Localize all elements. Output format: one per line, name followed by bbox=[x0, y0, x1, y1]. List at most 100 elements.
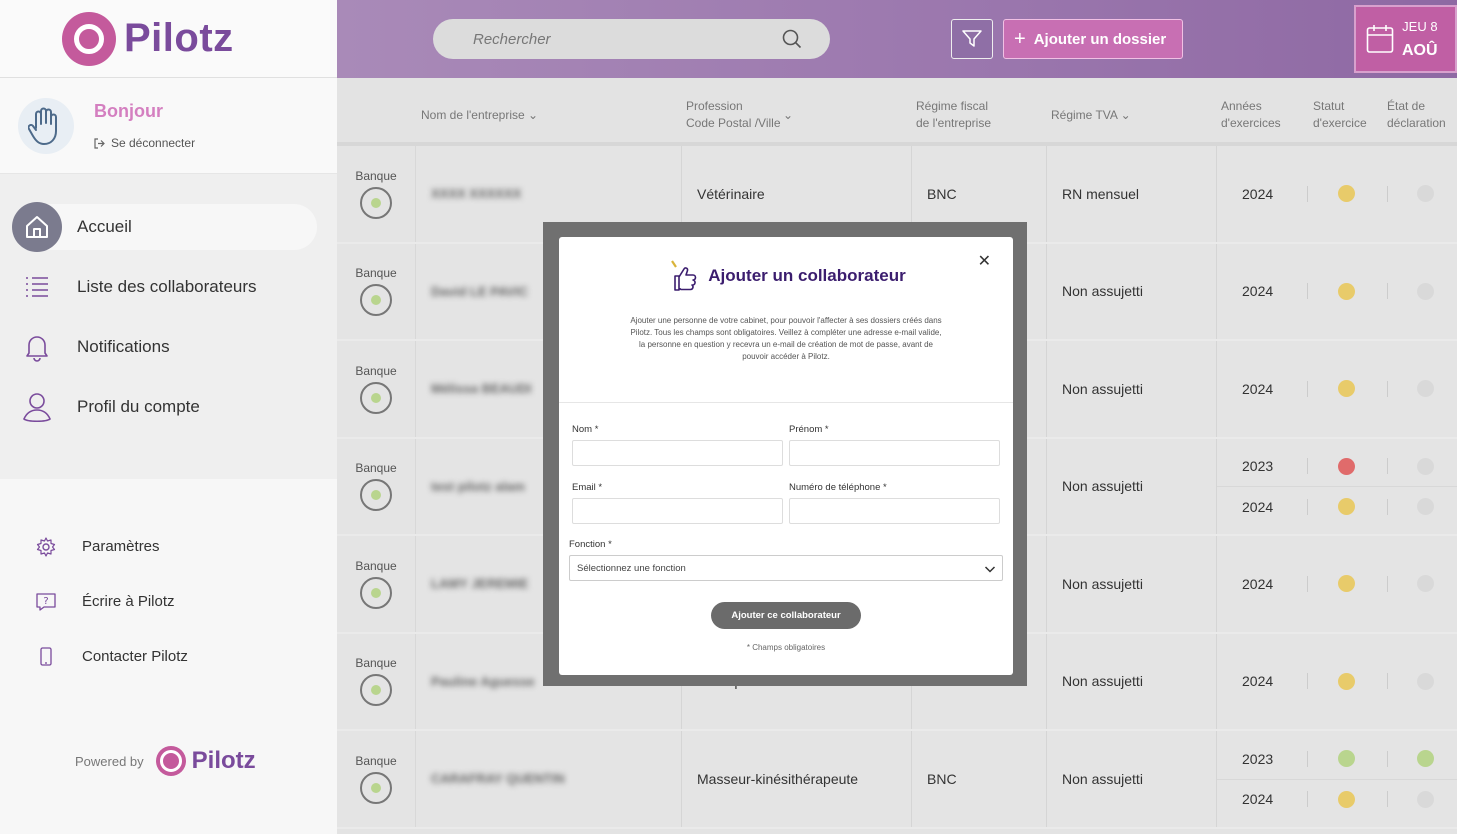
add-dossier-button[interactable]: + Ajouter un dossier bbox=[1003, 19, 1183, 59]
status-dot bbox=[1338, 790, 1355, 808]
modal-header: Ajouter un collaborateur ✕ Ajouter une p… bbox=[559, 237, 1013, 403]
email-input[interactable] bbox=[572, 498, 783, 524]
bank-sync[interactable]: Banque bbox=[337, 341, 416, 437]
logo[interactable]: Pilotz bbox=[0, 0, 337, 78]
exercise-years: 2024 bbox=[1216, 146, 1457, 242]
close-icon[interactable]: ✕ bbox=[978, 251, 991, 271]
brand-name: Pilotz bbox=[124, 16, 234, 60]
logout-link[interactable]: Se déconnecter bbox=[94, 136, 195, 150]
fonction-select[interactable]: Sélectionnez une fonction bbox=[569, 555, 1003, 581]
filter-button[interactable] bbox=[951, 19, 993, 59]
add-dossier-label: Ajouter un dossier bbox=[1033, 30, 1167, 48]
divider bbox=[1387, 283, 1388, 300]
exercise-years: 2023 2024 bbox=[1216, 731, 1457, 827]
nav-label: Profil du compte bbox=[77, 397, 200, 416]
regime-tva: Non assujetti bbox=[1046, 243, 1216, 339]
pilotz-logo-icon bbox=[62, 11, 116, 66]
sync-icon bbox=[360, 674, 392, 707]
secondary-nav: Paramètres ? Écrire à Pilotz Contacter P… bbox=[0, 479, 337, 684]
profession: Masseur-kinésithérapeute bbox=[681, 731, 911, 827]
year-line: 2023 bbox=[1217, 446, 1457, 486]
declaration-dot bbox=[1417, 672, 1434, 690]
sidebar: Pilotz Bonjour Se déconnecter Accueil Li… bbox=[0, 0, 337, 834]
status-dot bbox=[1338, 457, 1355, 475]
year-line: 2024 bbox=[1217, 661, 1457, 701]
header-label: Années bbox=[1221, 99, 1262, 113]
sync-icon bbox=[360, 576, 392, 609]
nav-label: Liste des collaborateurs bbox=[77, 277, 257, 296]
header-label: État de bbox=[1387, 99, 1426, 113]
divider bbox=[1387, 673, 1388, 690]
main-nav: Accueil Liste des collaborateurs Notific… bbox=[0, 174, 337, 479]
prenom-input[interactable] bbox=[789, 440, 1000, 466]
search-icon[interactable] bbox=[782, 29, 802, 49]
table-header: Nom de l'entreprise ⌄ Profession Code Po… bbox=[337, 78, 1457, 146]
chevron-down-icon[interactable]: ⌄ bbox=[783, 107, 793, 124]
date-widget[interactable]: JEU 8 AOÛ bbox=[1354, 5, 1457, 73]
user-icon bbox=[12, 382, 62, 432]
bank-sync[interactable]: Banque bbox=[337, 146, 416, 242]
declaration-dot bbox=[1417, 185, 1434, 203]
header-declaration: État de déclaration bbox=[1387, 98, 1446, 132]
nav-item-ecrire[interactable]: ? Écrire à Pilotz bbox=[0, 574, 337, 629]
bank-label: Banque bbox=[355, 558, 397, 573]
table-row[interactable]: Banque CARAFRAY QUENTIN Masseur-kinésith… bbox=[337, 731, 1457, 829]
header-tva[interactable]: Régime TVA ⌄ bbox=[1051, 107, 1131, 124]
divider bbox=[1387, 498, 1388, 515]
year-line: 2024 bbox=[1217, 564, 1457, 604]
header-label: Statut bbox=[1313, 99, 1345, 113]
header-company[interactable]: Nom de l'entreprise ⌄ bbox=[421, 107, 538, 124]
header-label: Régime TVA bbox=[1051, 108, 1118, 122]
phone-icon bbox=[40, 646, 52, 666]
list-icon bbox=[12, 262, 62, 312]
bank-sync[interactable]: Banque bbox=[337, 438, 416, 534]
calendar-icon bbox=[1366, 25, 1394, 53]
declaration-dot bbox=[1417, 790, 1434, 808]
year-value: 2024 bbox=[1242, 380, 1274, 397]
year-line: 2024 bbox=[1217, 486, 1457, 526]
header-profession[interactable]: Profession Code Postal /Ville bbox=[686, 98, 781, 132]
divider bbox=[1307, 283, 1308, 300]
nav-label: Notifications bbox=[77, 337, 170, 356]
add-collaborator-button[interactable]: Ajouter ce collaborateur bbox=[711, 602, 861, 629]
sec-nav-label: Contacter Pilotz bbox=[82, 648, 188, 665]
bank-sync[interactable]: Banque bbox=[337, 731, 416, 827]
header-years: Années d'exercices bbox=[1221, 98, 1281, 132]
nav-item-accueil[interactable]: Accueil bbox=[12, 202, 317, 252]
bank-label: Banque bbox=[355, 266, 397, 281]
search-input[interactable]: Rechercher bbox=[433, 19, 830, 59]
nav-item-contacter[interactable]: Contacter Pilotz bbox=[0, 629, 337, 684]
header-label: d'exercices bbox=[1221, 116, 1281, 130]
status-dot bbox=[1338, 282, 1355, 300]
bank-sync[interactable]: Banque bbox=[337, 633, 416, 729]
required-note: * Champs obligatoires bbox=[746, 643, 826, 652]
bank-sync[interactable]: Banque bbox=[337, 243, 416, 339]
logout-label: Se déconnecter bbox=[111, 136, 196, 150]
year-line: 2024 bbox=[1217, 174, 1457, 214]
greeting-title: Bonjour bbox=[94, 101, 163, 121]
nav-item-profil[interactable]: Profil du compte bbox=[12, 384, 317, 430]
bank-label: Banque bbox=[355, 168, 397, 183]
sync-icon bbox=[360, 284, 392, 317]
regime-tva: Non assujetti bbox=[1046, 438, 1216, 534]
divider bbox=[1387, 750, 1388, 767]
declaration-dot bbox=[1417, 380, 1434, 398]
hand-wave-icon bbox=[18, 97, 74, 154]
nav-item-parametres[interactable]: Paramètres bbox=[0, 519, 337, 574]
nav-item-collaborateurs[interactable]: Liste des collaborateurs bbox=[12, 264, 317, 310]
nav-item-notifications[interactable]: Notifications bbox=[12, 324, 317, 370]
bank-sync[interactable]: Banque bbox=[337, 536, 416, 632]
add-collaborator-modal: Ajouter un collaborateur ✕ Ajouter une p… bbox=[559, 237, 1013, 675]
regime-tva: RN mensuel bbox=[1046, 146, 1216, 242]
year-value: 2024 bbox=[1242, 673, 1274, 690]
phone-input[interactable] bbox=[789, 498, 1000, 524]
header-label: Code Postal /Ville bbox=[686, 116, 781, 130]
declaration-dot bbox=[1417, 750, 1434, 768]
filter-icon bbox=[962, 30, 982, 47]
year-value: 2024 bbox=[1242, 575, 1274, 592]
declaration-dot bbox=[1417, 575, 1434, 593]
regime-tva: Non assujetti bbox=[1046, 731, 1216, 827]
nom-input[interactable] bbox=[572, 440, 783, 466]
pilotz-logo-icon bbox=[155, 746, 186, 776]
divider bbox=[1307, 498, 1308, 515]
